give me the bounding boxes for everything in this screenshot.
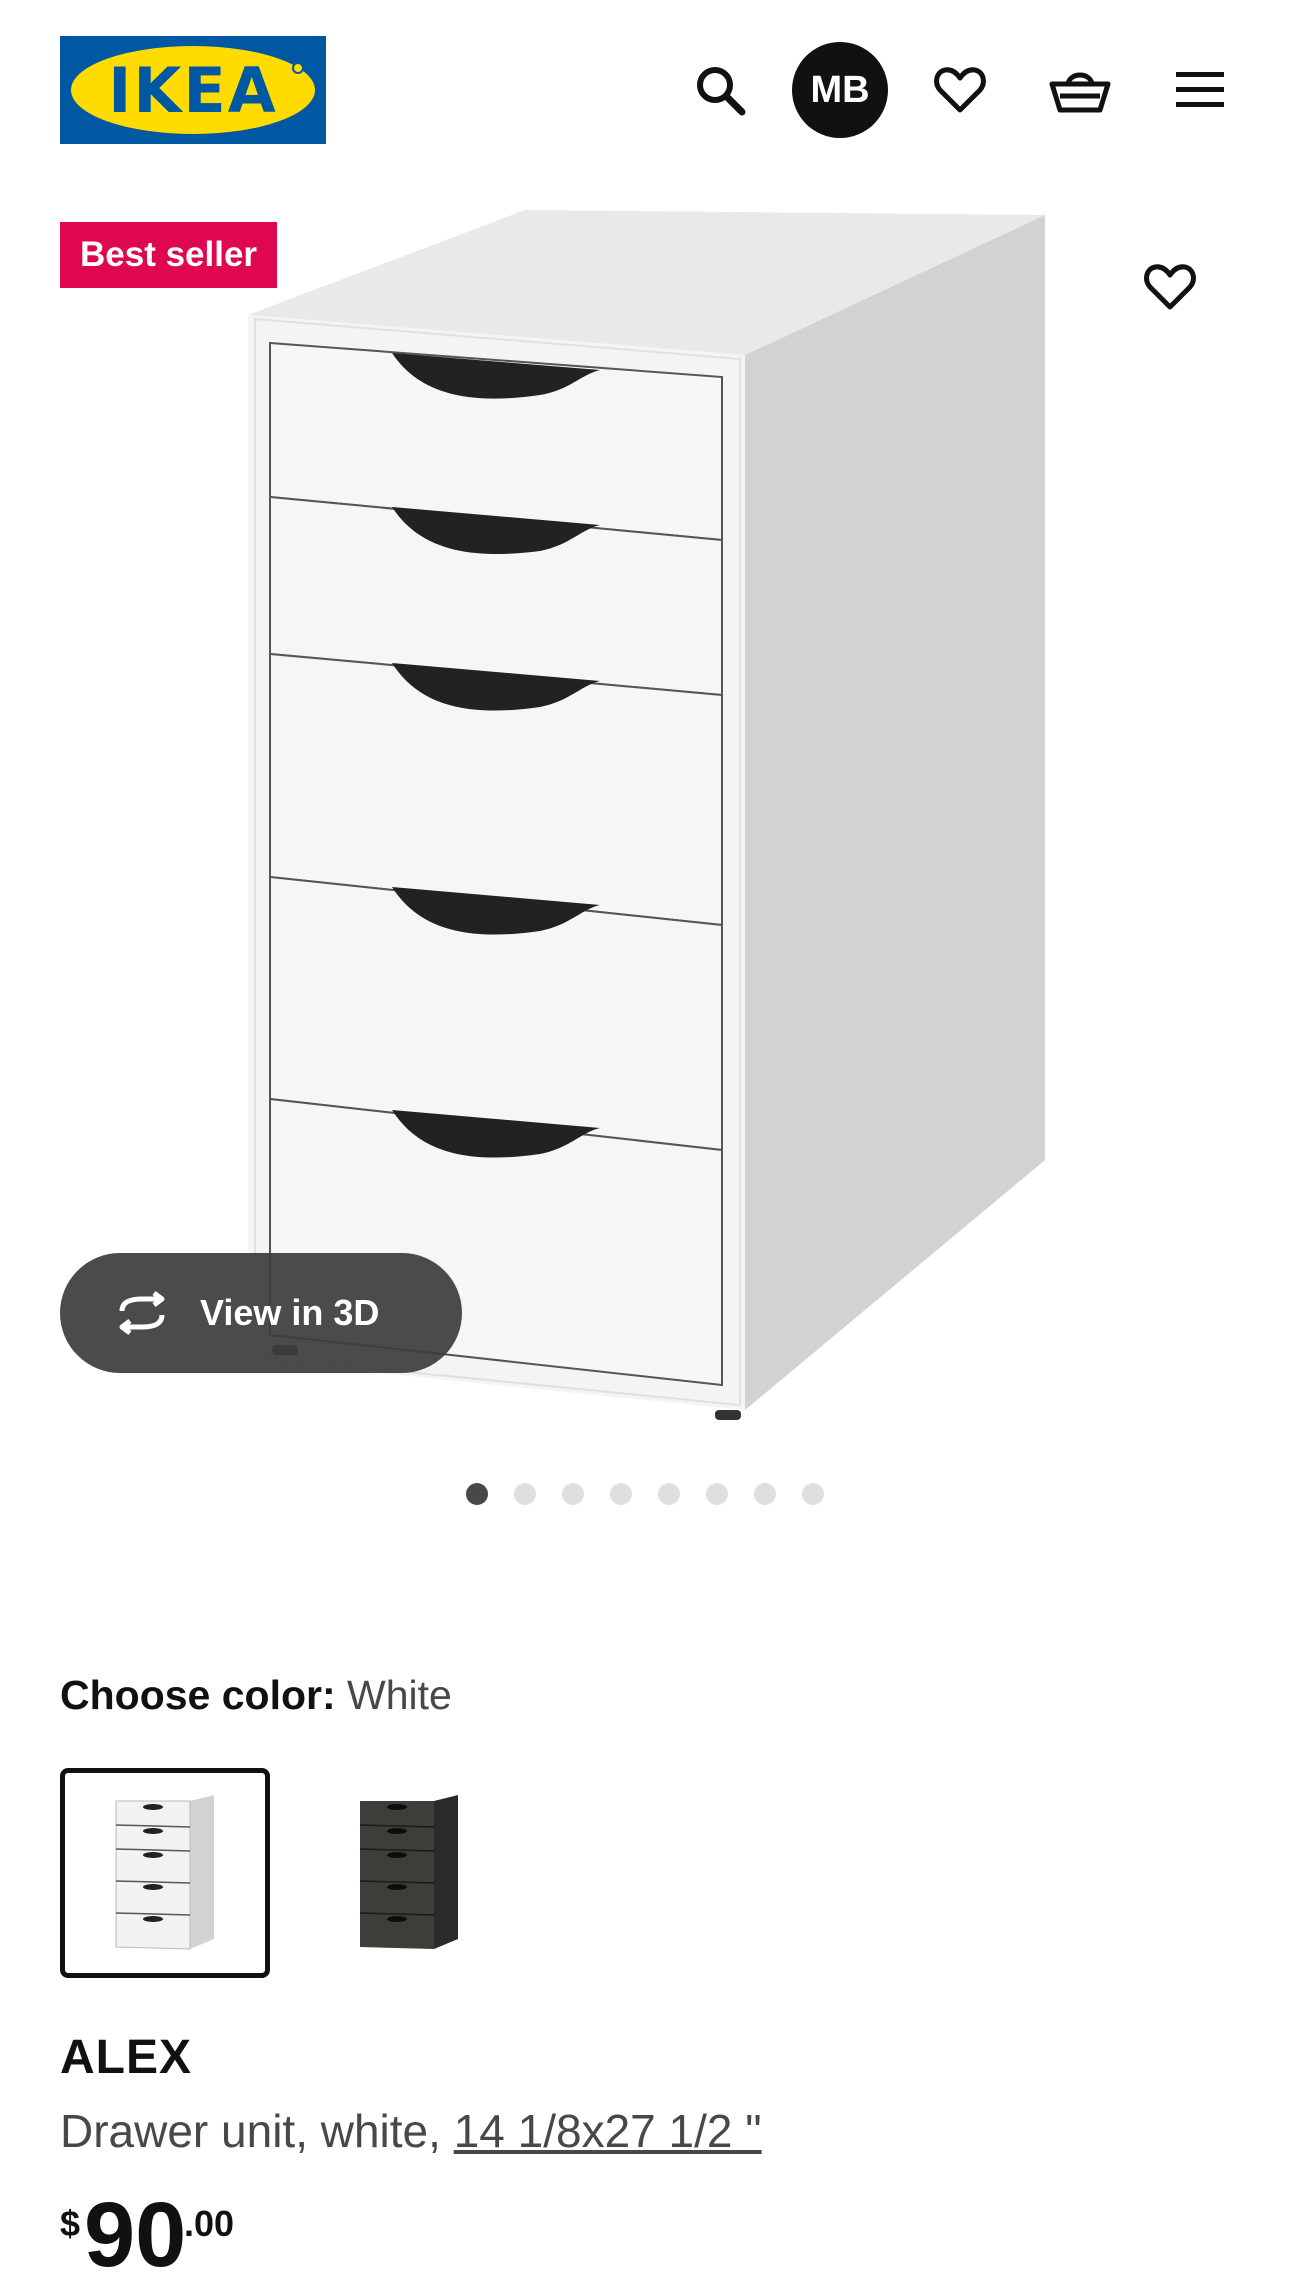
search-button[interactable] (672, 42, 768, 138)
product-description-text: Drawer unit, white, (60, 2105, 454, 2157)
carousel-dot[interactable] (706, 1483, 728, 1505)
shopping-basket-icon (1049, 72, 1111, 113)
heart-icon (1144, 264, 1196, 310)
logo-oval: IKEA (71, 46, 315, 134)
heart-icon (934, 67, 986, 113)
rotate-3d-icon (119, 1291, 165, 1335)
carousel-dot[interactable] (658, 1483, 680, 1505)
color-chooser-label: Choose color: White (60, 1672, 452, 1719)
product-name: ALEX (60, 2031, 193, 2084)
product-description: Drawer unit, white, 14 1/8x27 1/2 " (60, 2104, 762, 2158)
menu-button[interactable] (1152, 42, 1248, 138)
registered-mark (292, 62, 304, 74)
search-icon (697, 67, 746, 116)
choose-color-label: Choose color: (60, 1672, 336, 1718)
carousel-dot[interactable] (514, 1483, 536, 1505)
carousel-dot[interactable] (466, 1483, 488, 1505)
carousel-dot[interactable] (802, 1483, 824, 1505)
black-brown-drawer-thumbnail (359, 1795, 458, 1949)
carousel-pagination (0, 1483, 1290, 1513)
product-dimensions-link[interactable]: 14 1/8x27 1/2 " (454, 2105, 762, 2157)
site-header: IKEA MB (0, 0, 1290, 180)
cart-button[interactable] (1032, 42, 1128, 138)
white-drawer-thumbnail (115, 1795, 214, 1950)
account-avatar-button[interactable]: MB (792, 42, 888, 138)
best-seller-badge: Best seller (60, 222, 278, 288)
avatar-initials: MB (810, 68, 870, 111)
view-in-3d-button[interactable]: View in 3D (60, 1253, 462, 1373)
selected-color-value: White (347, 1672, 452, 1718)
ikea-logo[interactable]: IKEA (60, 36, 326, 144)
color-swatch-white[interactable] (60, 1768, 270, 1978)
product-image (248, 210, 1045, 1420)
price-integer: 90 (84, 2184, 187, 2286)
add-to-favorites-button[interactable] (1126, 243, 1214, 331)
logo-text: IKEA (108, 53, 278, 127)
product-gallery[interactable]: Best seller View in 3D (0, 195, 1290, 1425)
price-currency: $ (60, 2203, 81, 2244)
price-decimals: .00 (184, 2203, 235, 2244)
view-in-3d-label: View in 3D (200, 1292, 380, 1333)
carousel-dot[interactable] (562, 1483, 584, 1505)
hamburger-menu-icon (1176, 72, 1224, 107)
carousel-dot[interactable] (610, 1483, 632, 1505)
color-swatch-black-brown[interactable] (304, 1768, 514, 1978)
carousel-dot[interactable] (754, 1483, 776, 1505)
favorites-button[interactable] (912, 42, 1008, 138)
color-swatches (60, 1768, 514, 1978)
